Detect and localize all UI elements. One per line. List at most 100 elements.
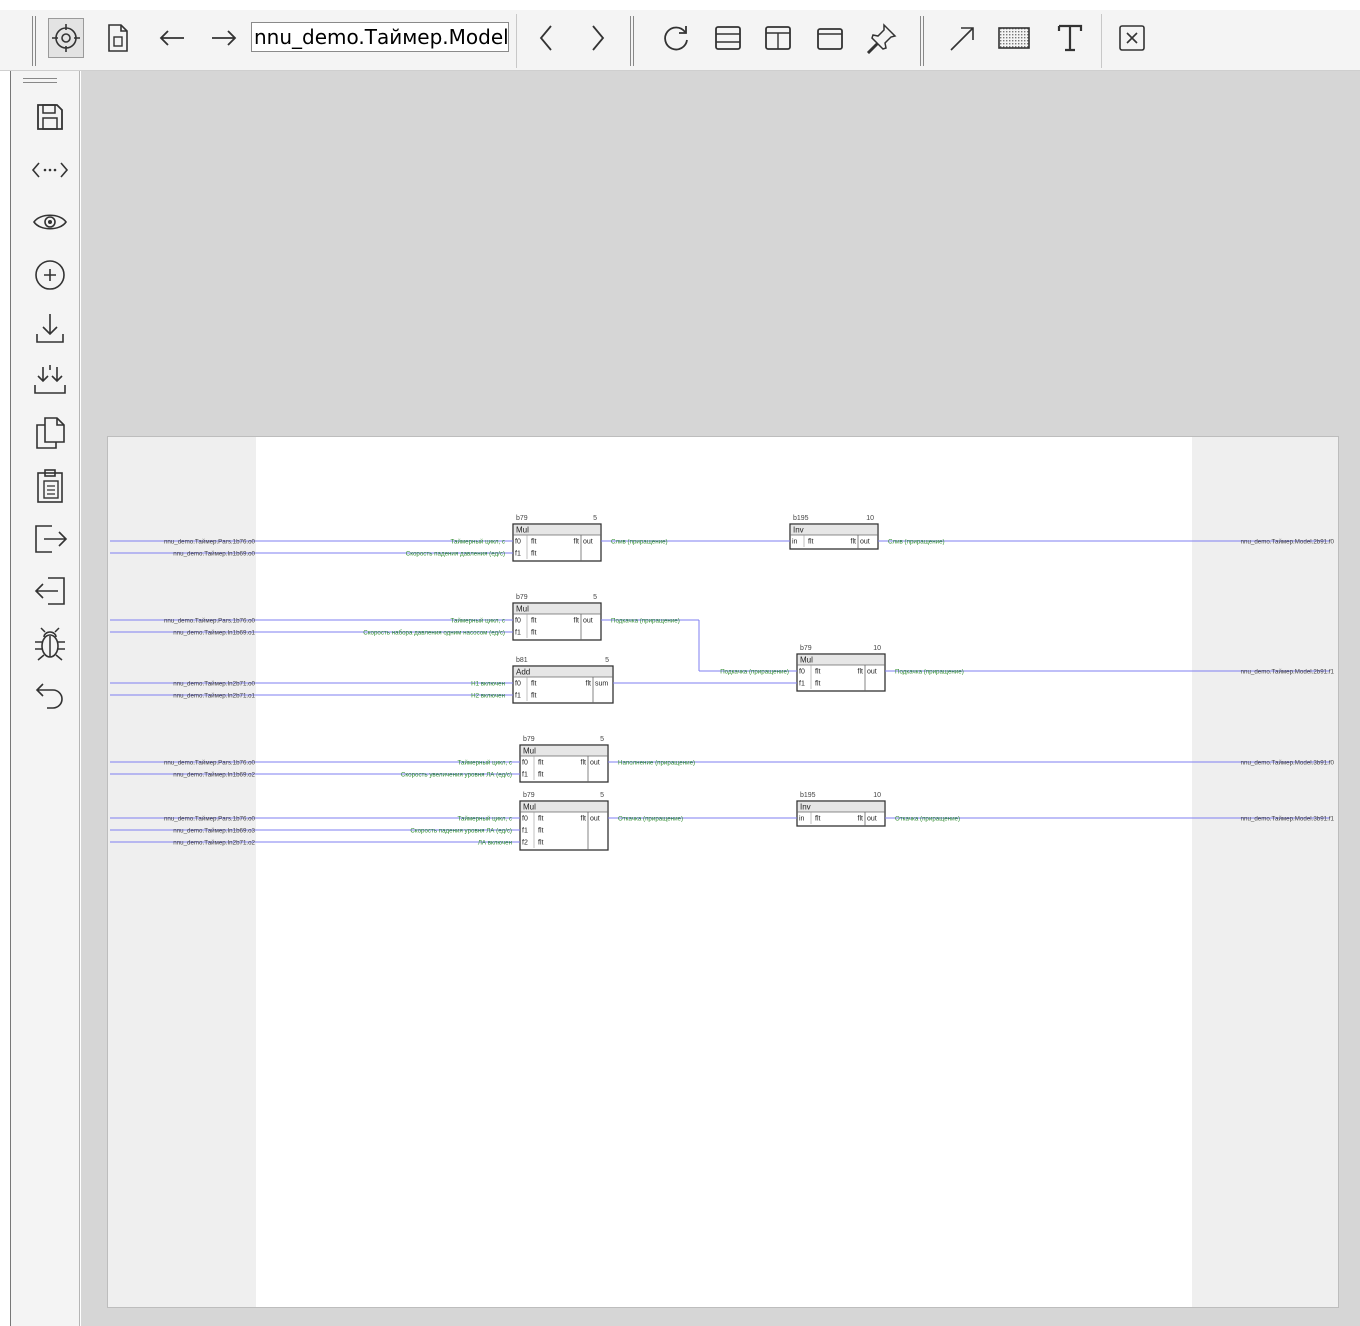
block-output-port: out [583, 618, 593, 625]
block-type-label: Add [516, 668, 530, 677]
block-output-type: flt [858, 669, 864, 676]
block-order-label: 10 [873, 645, 881, 652]
block-input-port: f0 [522, 760, 528, 767]
block-id-label: b79 [516, 515, 528, 522]
input-wire-label: ЛА включен [478, 839, 512, 846]
output-signal-name: nnu_demo.Таймер.Model.3b91.f0 [1241, 759, 1335, 766]
block-output-type: flt [858, 816, 864, 823]
block-order-label: 5 [600, 792, 604, 799]
input-signal-name: nnu_demo.Таймер.In1b69.o2 [173, 771, 255, 778]
block-output-port: sum [595, 681, 608, 688]
input-wire-label: Таймерный цикл, с [458, 815, 513, 822]
block-order-label: 5 [600, 736, 604, 743]
block-input-port: f0 [522, 816, 528, 823]
block-input-port: in [799, 816, 805, 823]
block-type-label: Inv [793, 526, 804, 535]
block-input-type: flt [531, 693, 537, 700]
input-signal-name: nnu_demo.Таймер.In2b71.o1 [173, 692, 255, 699]
block-input-type: flt [538, 840, 544, 847]
block-output-port: out [590, 816, 600, 823]
output-signal-name: nnu_demo.Таймер.Model.2b91.f0 [1241, 538, 1335, 545]
input-wire-label: Скорость падения уровня ЛА (ед/с) [410, 827, 512, 834]
output-signal-name: nnu_demo.Таймер.Model.3b91.f1 [1241, 815, 1335, 822]
output-wire-label: Наполнение (приращение) [618, 759, 695, 766]
block-order-label: 5 [593, 594, 597, 601]
input-wire-label: Скорость падения давления (ед/с) [406, 550, 505, 557]
input-signal-name: nnu_demo.Таймер.Pars.1b76.o0 [164, 617, 256, 624]
block-input-type: flt [815, 681, 821, 688]
block-output-type: flt [581, 760, 587, 767]
input-signal-name: nnu_demo.Таймер.In1b69.o1 [173, 629, 255, 636]
input-wire-label: Таймерный цикл, с [451, 538, 506, 545]
block-output-port: out [590, 760, 600, 767]
input-signal-name: nnu_demo.Таймер.In1b69.o3 [173, 827, 255, 834]
block-title-bar [798, 802, 884, 812]
block-input-type: flt [538, 760, 544, 767]
block-id-label: b195 [793, 515, 809, 522]
block-order-label: 10 [873, 792, 881, 799]
block-input-type: flt [531, 681, 537, 688]
block-input-port: f0 [799, 669, 805, 676]
input-wire-label: Таймерный цикл, с [458, 759, 513, 766]
block-order-label: 5 [593, 515, 597, 522]
block-type-label: Inv [800, 803, 811, 812]
block-input-type: flt [531, 630, 537, 637]
block-id-label: b79 [523, 792, 535, 799]
block-input-type: flt [815, 816, 821, 823]
input-signal-name: nnu_demo.Таймер.Pars.1b76.o0 [164, 815, 256, 822]
block-input-type: flt [538, 772, 544, 779]
input-wire-label: Скорость увеличения уровня ЛА (ед/с) [401, 771, 512, 778]
link-wire-label: Подкачка (приращение) [720, 668, 789, 675]
block-id-label: b79 [516, 594, 528, 601]
block-type-label: Mul [516, 526, 529, 535]
block-output-port: out [867, 669, 877, 676]
block-output-port: out [867, 816, 877, 823]
block-input-port: f0 [515, 539, 521, 546]
block-type-label: Mul [516, 605, 529, 614]
output-wire-label: Слив (приращение) [888, 538, 945, 545]
block-input-port: f1 [515, 551, 521, 558]
input-wire-label: Таймерный цикл, с [451, 617, 506, 624]
block-input-port: f0 [515, 618, 521, 625]
block-input-type: flt [538, 816, 544, 823]
output-wire-label: Подкачка (приращение) [895, 668, 964, 675]
block-input-port: f1 [515, 630, 521, 637]
block-input-port: f1 [515, 693, 521, 700]
link-wire-label: Откачка (приращение) [618, 815, 683, 822]
block-input-type: flt [808, 539, 814, 546]
block-output-type: flt [581, 816, 587, 823]
input-signal-name: nnu_demo.Таймер.Pars.1b76.o0 [164, 538, 256, 545]
block-type-label: Mul [523, 747, 536, 756]
block-type-label: Mul [800, 656, 813, 665]
block-input-port: f0 [515, 681, 521, 688]
block-input-port: f1 [522, 772, 528, 779]
input-signal-name: nnu_demo.Таймер.In2b71.o0 [173, 680, 255, 687]
block-output-port: out [860, 539, 870, 546]
output-wire-label: Откачка (приращение) [895, 815, 960, 822]
block-type-label: Mul [523, 803, 536, 812]
block-order-label: 5 [605, 657, 609, 664]
output-signal-name: nnu_demo.Таймер.Model.2b91.f1 [1241, 668, 1335, 675]
block-input-port: f1 [799, 681, 805, 688]
block-input-type: flt [531, 618, 537, 625]
block-id-label: b81 [516, 657, 528, 664]
link-wire-label: Слив (приращение) [611, 538, 668, 545]
block-title-bar [791, 525, 877, 535]
block-input-type: flt [538, 828, 544, 835]
function-block-diagram: b79 5Mulf0 fltf1 fltflt outb195 10Invin flt flt… [110, 515, 1335, 851]
block-id-label: b79 [523, 736, 535, 743]
input-wire-label: Скорость набора давления одним насосом (… [363, 629, 505, 636]
input-signal-name: nnu_demo.Таймер.Pars.1b76.o0 [164, 759, 256, 766]
block-output-type: flt [574, 539, 580, 546]
block-output-type: flt [574, 618, 580, 625]
block-output-port: out [583, 539, 593, 546]
block-id-label: b195 [800, 792, 816, 799]
input-wire-label: Н1 включен [471, 680, 505, 687]
input-wire-label: Н2 включен [471, 692, 505, 699]
block-input-port: in [792, 539, 798, 546]
block-output-type: flt [851, 539, 857, 546]
block-input-type: flt [531, 551, 537, 558]
link-wire-label: Подкачка (приращение) [611, 617, 680, 624]
block-input-port: f2 [522, 840, 528, 847]
input-signal-name: nnu_demo.Таймер.In1b69.o0 [173, 550, 255, 557]
